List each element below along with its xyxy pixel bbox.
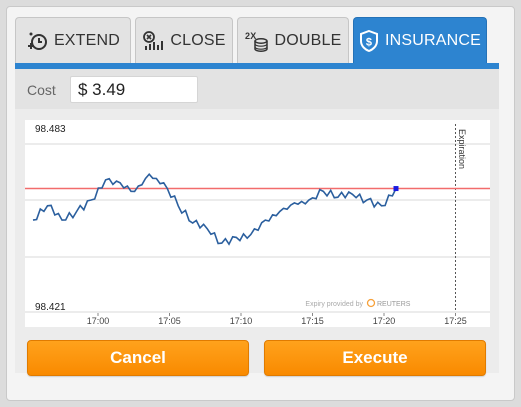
shield-dollar-icon: $	[359, 29, 379, 52]
tab-insurance-label: INSURANCE	[384, 31, 482, 49]
tab-insurance[interactable]: $ INSURANCE	[353, 17, 487, 63]
cost-label: Cost	[27, 82, 56, 98]
cancel-button[interactable]: Cancel	[27, 340, 249, 376]
x-tick-label: 17:10	[230, 316, 253, 326]
tab-extend-label: EXTEND	[53, 31, 121, 49]
close-chart-icon	[142, 30, 164, 52]
provider-credit: Expiry provided by REUTERS	[305, 298, 411, 308]
provider-text: Expiry provided by	[305, 301, 363, 308]
execute-button[interactable]: Execute	[264, 340, 486, 376]
price-chart-svg: 98.483 98.421 Expiration Expiry provided…	[25, 124, 490, 326]
x-tick-label: 17:25	[444, 316, 467, 326]
cost-row: Cost $ 3.49	[15, 69, 499, 109]
x-tick-label: 17:20	[373, 316, 396, 326]
provider-brand: REUTERS	[377, 301, 411, 308]
tab-double-label: DOUBLE	[274, 31, 342, 49]
y-top-label: 98.483	[35, 124, 66, 135]
clock-plus-icon	[26, 30, 48, 52]
chart-grid	[25, 143, 490, 313]
price-line	[32, 172, 397, 246]
double-coins-icon: 2X	[245, 30, 269, 52]
reuters-logo-icon	[366, 298, 376, 308]
x-tick-label: 17:00	[87, 316, 110, 326]
x-tick-label: 17:15	[301, 316, 324, 326]
tab-close-label: CLOSE	[170, 31, 226, 49]
insurance-panel: Cost $ 3.49 98.483 98.421 Expiration Exp…	[15, 69, 499, 376]
tab-close[interactable]: CLOSE	[135, 17, 233, 63]
tab-extend[interactable]: EXTEND	[15, 17, 131, 63]
expiration-label: Expiration	[457, 129, 467, 169]
svg-text:$: $	[366, 36, 372, 48]
tab-double[interactable]: 2X DOUBLE	[237, 17, 349, 63]
double-icon-text: 2X	[245, 31, 256, 41]
y-bottom-label: 98.421	[35, 302, 66, 313]
cost-value-field: $ 3.49	[70, 76, 198, 103]
x-axis-ticks: 17:00 17:05 17:10 17:15 17:20 17:25	[87, 313, 467, 326]
x-tick-label: 17:05	[158, 316, 181, 326]
last-price-marker	[393, 186, 399, 192]
price-chart: 98.483 98.421 Expiration Expiry provided…	[25, 120, 490, 327]
